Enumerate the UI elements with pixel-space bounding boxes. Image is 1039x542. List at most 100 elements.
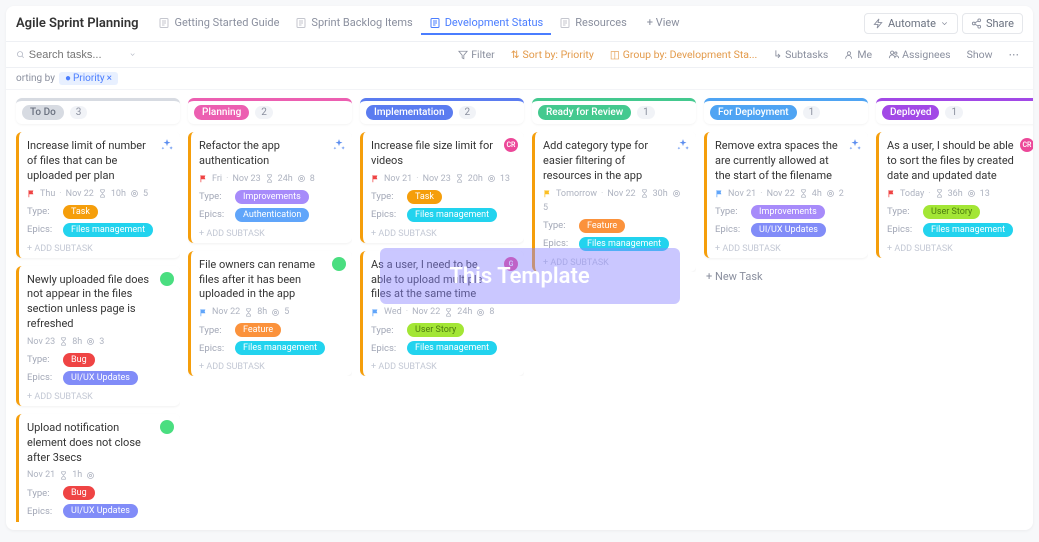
share-button[interactable]: Share [962,13,1023,34]
more-button[interactable]: ⋯ [1005,46,1024,63]
me-button[interactable]: Me [840,46,876,63]
hourglass-icon [244,308,253,317]
column-header[interactable]: Ready for Review1 [532,98,696,124]
task-card[interactable]: Increase limit of number of files that c… [16,132,180,258]
type-chip: Feature [235,323,281,337]
add-subtask-button[interactable]: + ADD SUBTASK [887,241,1032,254]
circle-icon [271,308,280,317]
page-title: Agile Sprint Planning [16,16,138,31]
card-meta: Thu·Nov 2210h5 [27,189,172,199]
sort-button[interactable]: ⇅Sort by: Priority [507,46,598,63]
automate-button[interactable]: Automate [864,13,958,34]
epic-row: Epics:UI/UX Updates [27,504,172,518]
epic-chip: Files management [407,208,497,222]
epic-row: Epics:Files management [199,341,344,355]
column-header[interactable]: For Deployment1 [704,98,868,124]
add-subtask-button[interactable]: + ADD SUBTASK [371,226,516,239]
column-chip: Ready for Review [538,105,631,120]
epic-chip: Files management [579,237,669,251]
add-subtask-button[interactable]: + ADD SUBTASK [715,241,860,254]
type-row: Type:Task [371,190,516,204]
type-chip: Task [407,190,442,204]
add-subtask-button[interactable]: + ADD SUBTASK [27,241,172,254]
card-title: Increase limit of number of files that c… [27,139,172,184]
epic-chip: UI/UX Updates [63,371,138,385]
type-row: Type:Feature [543,219,688,233]
flag-icon [199,174,208,183]
type-chip: Bug [63,486,95,500]
hourglass-icon [640,189,649,198]
card-title: As a user, I should be able to sort the … [887,139,1032,184]
type-row: Type:Feature [199,323,344,337]
doc-icon [295,17,307,29]
sparkle-icon [160,138,174,152]
add-subtask-button[interactable]: + ADD SUBTASK [27,389,172,402]
flag-icon [371,308,380,317]
group-button[interactable]: ◫Group by: Development Sta... [606,46,761,63]
sort-bar: orting by ● Priority × [6,68,1033,90]
sparkle-icon [676,138,690,152]
doc-icon [158,17,170,29]
tab-0[interactable]: Getting Started Guide [150,12,287,35]
column-count: 2 [459,106,477,119]
column-header[interactable]: To Do3 [16,98,180,124]
add-subtask-button[interactable]: + ADD SUBTASK [371,359,516,372]
task-card[interactable]: Upload notification element does not clo… [16,414,180,522]
hourglass-icon [59,471,68,480]
circle-icon [826,189,835,198]
circle-icon [130,189,139,198]
assignees-button[interactable]: Assignees [884,46,955,63]
chevron-down-icon [940,19,949,28]
search-input[interactable] [29,49,125,61]
column-header[interactable]: Planning2 [188,98,352,124]
task-card[interactable]: CRAs a user, I should be able to sort th… [876,132,1033,258]
hourglass-icon [935,189,944,198]
hourglass-icon [444,308,453,317]
card-title: File owners can rename files after it ha… [199,258,344,303]
task-card[interactable]: Remove extra spaces the are currently al… [704,132,868,258]
epic-row: Epics:UI/UX Updates [715,223,860,237]
flag-icon [199,308,208,317]
add-view-button[interactable]: + View [639,12,688,35]
filter-button[interactable]: Filter [454,46,498,63]
column-chip: Planning [194,105,249,120]
epic-chip: Authentication [235,208,309,222]
add-subtask-button[interactable]: + ADD SUBTASK [199,359,344,372]
card-meta: Nov 21·Nov 224h2 [715,189,860,199]
task-card[interactable]: Add category type for easier filtering o… [532,132,696,272]
hourglass-icon [455,174,464,183]
tab-1[interactable]: Sprint Backlog Items [287,12,420,35]
type-row: Type:Improvements [715,205,860,219]
hourglass-icon [799,189,808,198]
column-count: 1 [945,106,963,119]
task-card[interactable]: Newly uploaded file does not appear in t… [16,266,180,406]
tab-3[interactable]: Resources [551,12,635,35]
tab-2[interactable]: Development Status [421,12,552,35]
column-header[interactable]: Implementation2 [360,98,524,124]
people-icon [888,49,899,60]
subtasks-button[interactable]: ↳Subtasks [769,46,832,63]
column-chip: For Deployment [710,105,797,120]
search-input-wrap[interactable] [16,49,136,61]
column-header[interactable]: Deployed1 [876,98,1033,124]
task-card[interactable]: File owners can rename files after it ha… [188,251,352,377]
circle-icon [86,337,95,346]
task-card[interactable]: CRIncrease file size limit for videosNov… [360,132,524,243]
card-meta: Tomorrow·Nov 2230h5 [543,189,688,213]
add-subtask-button[interactable]: + ADD SUBTASK [199,226,344,239]
add-subtask-button[interactable]: + ADD SUBTASK [543,255,688,268]
epic-chip: Files management [407,341,497,355]
card-title: Refactor the app authentication [199,139,344,169]
task-card[interactable]: GAs a user, I need to be able to upload … [360,251,524,377]
card-meta: Nov 21·Nov 2320h13 [371,174,516,184]
type-row: Type:Improvements [199,190,344,204]
show-button[interactable]: Show [963,46,997,63]
circle-icon [967,189,976,198]
type-row: Type:User Story [371,323,516,337]
card-title: Remove extra spaces the are currently al… [715,139,860,184]
new-task-button[interactable]: + New Task [704,266,868,287]
topbar: Agile Sprint Planning Getting Started Gu… [6,6,1033,42]
task-card[interactable]: Refactor the app authenticationFri·Nov 2… [188,132,352,243]
sort-chip[interactable]: ● Priority × [59,72,118,85]
search-icon [16,49,25,60]
